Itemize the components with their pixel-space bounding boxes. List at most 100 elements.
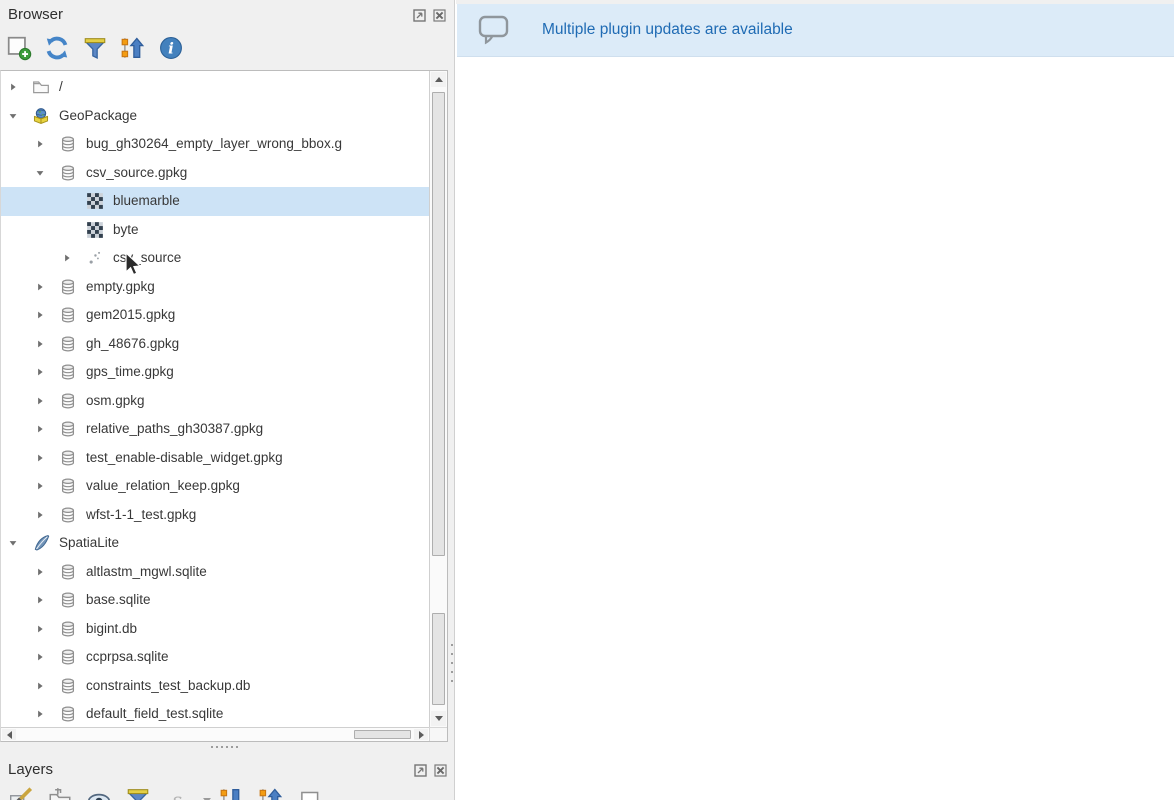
- raster-layer-icon: [86, 221, 104, 239]
- float-panel-button[interactable]: [413, 9, 426, 22]
- collapse-all-button[interactable]: [256, 784, 286, 800]
- tree-item-label: ccprpsa.sqlite: [86, 643, 169, 672]
- tree-item[interactable]: /: [1, 73, 429, 102]
- add-layer-icon: [6, 35, 32, 61]
- filter-legend-button[interactable]: [123, 784, 153, 800]
- tree-item[interactable]: altlastm_mgwl.sqlite: [1, 558, 429, 587]
- close-icon: [433, 9, 446, 22]
- tree-item-label: gem2015.gpkg: [86, 301, 175, 330]
- scroll-down-button[interactable]: [431, 711, 446, 726]
- add-group-button[interactable]: [45, 784, 75, 800]
- database-icon: [59, 506, 77, 524]
- expand-arrow-icon[interactable]: [34, 594, 46, 606]
- expand-all-button[interactable]: [217, 784, 247, 800]
- tree-item-label: value_relation_keep.gpkg: [86, 472, 240, 501]
- expand-arrow-icon[interactable]: [34, 452, 46, 464]
- close-panel-button[interactable]: [434, 764, 447, 777]
- expand-arrow-icon[interactable]: [34, 366, 46, 378]
- expand-arrow-icon[interactable]: [34, 338, 46, 350]
- tree-item[interactable]: SpatiaLite: [1, 529, 429, 558]
- expand-arrow-icon[interactable]: [34, 167, 46, 179]
- horizontal-scrollbar-thumb[interactable]: [354, 730, 411, 739]
- expand-arrow-icon[interactable]: [34, 138, 46, 150]
- tree-item-label: byte: [113, 216, 139, 245]
- show-properties-button[interactable]: [156, 33, 186, 63]
- tree-item-label: constraints_test_backup.db: [86, 672, 250, 701]
- scrollbar-corner: [429, 727, 447, 741]
- tree-item[interactable]: gps_time.gpkg: [1, 358, 429, 387]
- tree-item[interactable]: default_field_test.sqlite: [1, 700, 429, 727]
- tree-item[interactable]: value_relation_keep.gpkg: [1, 472, 429, 501]
- expand-arrow-icon[interactable]: [7, 81, 19, 93]
- manage-map-themes-button[interactable]: [84, 784, 114, 800]
- tree-item-label: wfst-1-1_test.gpkg: [86, 501, 196, 530]
- dock-splitter-handle[interactable]: [449, 640, 455, 690]
- database-icon: [59, 620, 77, 638]
- tree-item[interactable]: bluemarble: [1, 187, 429, 216]
- database-icon: [59, 278, 77, 296]
- open-layer-styling-button[interactable]: [6, 784, 36, 800]
- filter-icon: [82, 35, 108, 61]
- expand-arrow-icon[interactable]: [34, 680, 46, 692]
- expand-arrow-icon[interactable]: [34, 623, 46, 635]
- vertical-scrollbar-thumb[interactable]: [432, 613, 445, 705]
- tree-item[interactable]: gh_48676.gpkg: [1, 330, 429, 359]
- expand-arrow-icon[interactable]: [34, 708, 46, 720]
- float-panel-icon: [414, 764, 427, 777]
- expand-arrow-icon[interactable]: [34, 309, 46, 321]
- vertical-scrollbar[interactable]: [429, 71, 447, 727]
- remove-layer-button[interactable]: [295, 784, 325, 800]
- expand-arrow-icon[interactable]: [34, 395, 46, 407]
- triangle-left-icon: [7, 731, 12, 739]
- expand-arrow-icon[interactable]: [34, 423, 46, 435]
- close-panel-button[interactable]: [433, 9, 446, 22]
- map-canvas[interactable]: Multiple plugin updates are available: [456, 0, 1174, 800]
- expand-arrow-icon[interactable]: [34, 566, 46, 578]
- database-icon: [59, 563, 77, 581]
- scroll-up-button[interactable]: [431, 72, 446, 87]
- tree-item[interactable]: csv_source.gpkg: [1, 159, 429, 188]
- spatialite-icon: [32, 534, 50, 552]
- expand-arrow-icon[interactable]: [61, 252, 73, 264]
- properties-info-icon: [158, 35, 184, 61]
- scroll-left-button[interactable]: [2, 729, 16, 740]
- horizontal-scrollbar[interactable]: [1, 727, 429, 741]
- tree-item[interactable]: osm.gpkg: [1, 387, 429, 416]
- browser-tree-viewport[interactable]: /GeoPackagebug_gh30264_empty_layer_wrong…: [1, 71, 429, 727]
- filter-browser-button[interactable]: [80, 33, 110, 63]
- panel-splitter-handle[interactable]: [0, 742, 455, 755]
- message-bar[interactable]: Multiple plugin updates are available: [457, 4, 1174, 57]
- tree-item[interactable]: bigint.db: [1, 615, 429, 644]
- expand-arrow-icon[interactable]: [34, 651, 46, 663]
- tree-item[interactable]: base.sqlite: [1, 586, 429, 615]
- tree-item[interactable]: csv_source: [1, 244, 429, 273]
- tree-item[interactable]: constraints_test_backup.db: [1, 672, 429, 701]
- expand-arrow-icon[interactable]: [34, 509, 46, 521]
- tree-item[interactable]: empty.gpkg: [1, 273, 429, 302]
- checkbox-icon: [297, 786, 323, 800]
- tree-item-label: bug_gh30264_empty_layer_wrong_bbox.g: [86, 130, 342, 159]
- tree-item[interactable]: gem2015.gpkg: [1, 301, 429, 330]
- tree-item[interactable]: ccprpsa.sqlite: [1, 643, 429, 672]
- expand-arrow-icon[interactable]: [7, 110, 19, 122]
- tree-item[interactable]: bug_gh30264_empty_layer_wrong_bbox.g: [1, 130, 429, 159]
- expand-arrow-icon[interactable]: [34, 281, 46, 293]
- filter-by-expression-button[interactable]: [162, 784, 192, 800]
- expand-arrow-icon[interactable]: [34, 480, 46, 492]
- collapse-all-button[interactable]: [118, 33, 148, 63]
- expand-arrow-icon[interactable]: [7, 537, 19, 549]
- tree-item-label: default_field_test.sqlite: [86, 700, 223, 727]
- float-panel-button[interactable]: [414, 764, 427, 777]
- add-selected-layers-button[interactable]: [4, 33, 34, 63]
- scroll-right-button[interactable]: [414, 729, 428, 740]
- expression-dropdown-button[interactable]: [201, 784, 213, 800]
- tree-item[interactable]: byte: [1, 216, 429, 245]
- tree-item[interactable]: relative_paths_gh30387.gpkg: [1, 415, 429, 444]
- refresh-button[interactable]: [42, 33, 72, 63]
- tree-item-label: csv_source.gpkg: [86, 159, 187, 188]
- database-icon: [59, 335, 77, 353]
- vertical-scrollbar-thumb[interactable]: [432, 92, 445, 556]
- tree-item[interactable]: wfst-1-1_test.gpkg: [1, 501, 429, 530]
- tree-item[interactable]: test_enable-disable_widget.gpkg: [1, 444, 429, 473]
- tree-item[interactable]: GeoPackage: [1, 102, 429, 131]
